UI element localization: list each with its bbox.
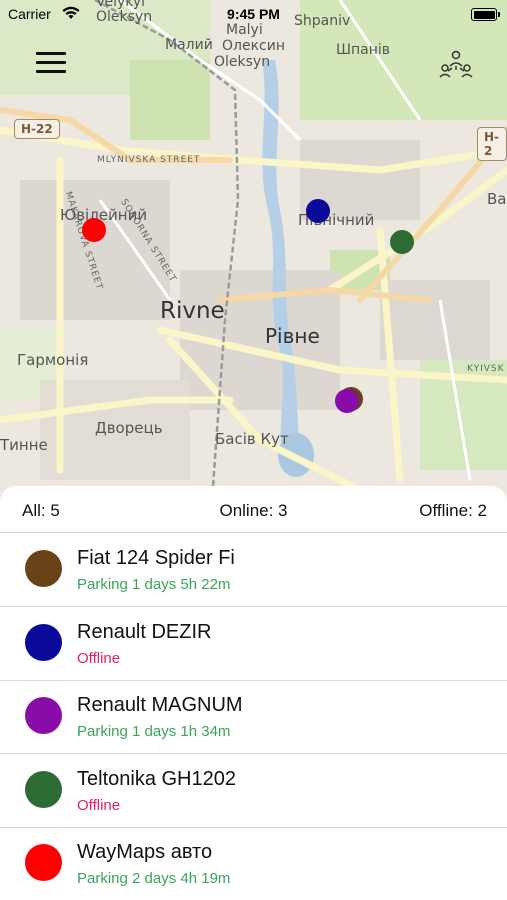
vehicle-status: Offline xyxy=(77,650,121,667)
vehicle-name: Teltonika GH1202 xyxy=(77,768,236,790)
map-view[interactable]: Velykyi Oleksyn Малий Олексин Malyi Olek… xyxy=(0,0,507,500)
map-label-oleksyn: Oleksyn xyxy=(214,54,271,70)
map-label-dvorets: Дворець xyxy=(95,419,163,437)
vehicle-name: Renault DEZIR xyxy=(77,621,212,643)
vehicle-row[interactable]: Teltonika GH1202 Offline xyxy=(0,754,507,828)
vehicle-name: Fiat 124 Spider Fi xyxy=(77,547,235,569)
vehicle-row[interactable]: Renault DEZIR Offline xyxy=(0,607,507,681)
map-label-malyi-cyr: Малий xyxy=(165,37,213,53)
vehicle-row[interactable]: WayMaps авто Parking 2 days 4h 19m xyxy=(0,827,507,900)
vehicle-list-sheet: All: 5 Online: 3 Offline: 2 Fiat 124 Spi… xyxy=(0,486,507,900)
vehicle-name: Renault MAGNUM xyxy=(77,694,243,716)
vehicle-marker-teltonika[interactable] xyxy=(390,230,414,254)
vehicle-color-dot xyxy=(25,550,62,587)
vehicle-name: WayMaps авто xyxy=(77,841,213,863)
vehicle-row[interactable]: Fiat 124 Spider Fi Parking 1 days 5h 22m xyxy=(0,533,507,607)
clock: 9:45 PM xyxy=(227,6,280,22)
count-offline[interactable]: Offline: 2 xyxy=(419,501,487,521)
users-network-icon[interactable] xyxy=(438,48,474,80)
map-tiles xyxy=(0,0,507,500)
street-kyivska: KYIVSK xyxy=(467,364,505,374)
vehicle-color-dot xyxy=(25,844,62,881)
vehicle-color-dot xyxy=(25,697,62,734)
vehicle-status: Offline xyxy=(77,797,121,814)
map-label-tynne: Тинне xyxy=(0,436,48,454)
vehicle-color-dot xyxy=(25,771,62,808)
vehicle-status: Parking 1 days 1h 34m xyxy=(77,723,231,740)
street-mlynivska: MLYNIVSKA STREET xyxy=(97,155,201,165)
vehicle-marker-waymaps[interactable] xyxy=(82,218,106,242)
battery-icon xyxy=(471,8,500,21)
map-label-rivne-cyr: Рівне xyxy=(265,324,320,348)
vehicle-status: Parking 1 days 5h 22m xyxy=(77,576,231,593)
vehicle-row[interactable]: Renault MAGNUM Parking 1 days 1h 34m xyxy=(0,680,507,754)
vehicle-marker-renault-magnum[interactable] xyxy=(335,389,359,413)
vehicle-status: Parking 2 days 4h 19m xyxy=(77,870,231,887)
vehicle-summary: All: 5 Online: 3 Offline: 2 xyxy=(0,486,507,533)
road-shield-h2: H-2 xyxy=(477,127,507,161)
map-label-basiv-kut: Басів Кут xyxy=(215,430,289,448)
map-label-va: Ва xyxy=(487,190,507,208)
road-shield-h22: H-22 xyxy=(14,119,60,139)
vehicle-marker-renault-dezir[interactable] xyxy=(306,199,330,223)
map-label-shpaniv-cyr: Шпанів xyxy=(336,42,390,58)
map-label-rivne: Rivne xyxy=(160,298,225,324)
vehicle-color-dot xyxy=(25,624,62,661)
hamburger-menu-icon[interactable] xyxy=(36,48,68,76)
status-bar: Carrier 9:45 PM xyxy=(0,0,507,30)
map-label-harmoniia: Гармонія xyxy=(17,351,89,369)
map-label-malyi-oleksyn-cyr: Олексин xyxy=(222,38,285,54)
